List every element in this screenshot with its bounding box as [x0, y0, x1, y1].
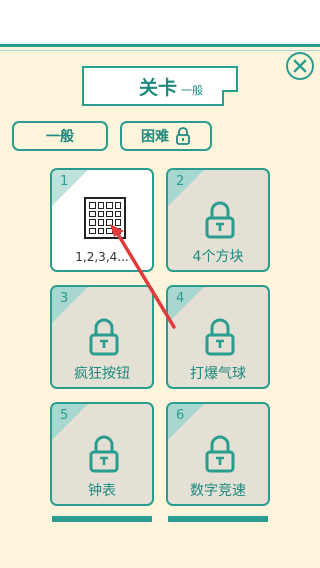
- level-card-5[interactable]: 5 钟表: [50, 402, 154, 506]
- number-grid-icon: [84, 197, 126, 239]
- card-corner: [168, 170, 204, 206]
- lock-icon: [205, 435, 235, 473]
- close-button[interactable]: [286, 52, 314, 80]
- level-label: 数字竞速: [190, 483, 246, 499]
- level-label: 疯狂按钮: [74, 366, 130, 382]
- page-title: 关卡: [138, 76, 177, 99]
- level-number: 2: [176, 174, 185, 189]
- level-number: 5: [60, 408, 69, 423]
- card-corner: [52, 287, 88, 323]
- level-label: 打爆气球: [190, 366, 246, 382]
- card-corner: [52, 170, 88, 206]
- card-corner: [168, 287, 204, 323]
- page-subtitle: 一般: [181, 84, 203, 97]
- level-label: 4个方块: [192, 249, 244, 265]
- title-banner: 关卡 一般: [82, 66, 238, 106]
- level-select-screen: 关卡 一般 一般 困难 1 1,2,3,4... 2 4个方块 3 疯狂按钮 4…: [0, 0, 320, 568]
- lock-icon: [205, 201, 235, 239]
- level-card-6[interactable]: 6 数字竞速: [166, 402, 270, 506]
- level-card-3[interactable]: 3 疯狂按钮: [50, 285, 154, 389]
- card-corner: [168, 404, 204, 440]
- tab-normal-label: 一般: [46, 129, 74, 145]
- lock-icon: [89, 435, 119, 473]
- card-corner: [52, 404, 88, 440]
- level-label: 1,2,3,4...: [75, 250, 129, 264]
- level-number: 1: [60, 174, 69, 189]
- tab-hard-label: 困难: [141, 129, 169, 145]
- close-icon: [293, 59, 307, 73]
- level-number: 6: [176, 408, 185, 423]
- next-row-card-edge: [52, 516, 152, 522]
- tab-hard[interactable]: 困难: [120, 121, 212, 151]
- level-card-1[interactable]: 1 1,2,3,4...: [50, 168, 154, 272]
- lock-icon: [205, 318, 235, 356]
- lock-icon: [89, 318, 119, 356]
- next-row-card-edge: [168, 516, 268, 522]
- level-card-4[interactable]: 4 打爆气球: [166, 285, 270, 389]
- tab-normal[interactable]: 一般: [12, 121, 108, 151]
- level-card-2[interactable]: 2 4个方块: [166, 168, 270, 272]
- level-number: 3: [60, 291, 69, 306]
- lock-icon: [175, 127, 191, 145]
- level-label: 钟表: [88, 483, 116, 499]
- level-number: 4: [176, 291, 185, 306]
